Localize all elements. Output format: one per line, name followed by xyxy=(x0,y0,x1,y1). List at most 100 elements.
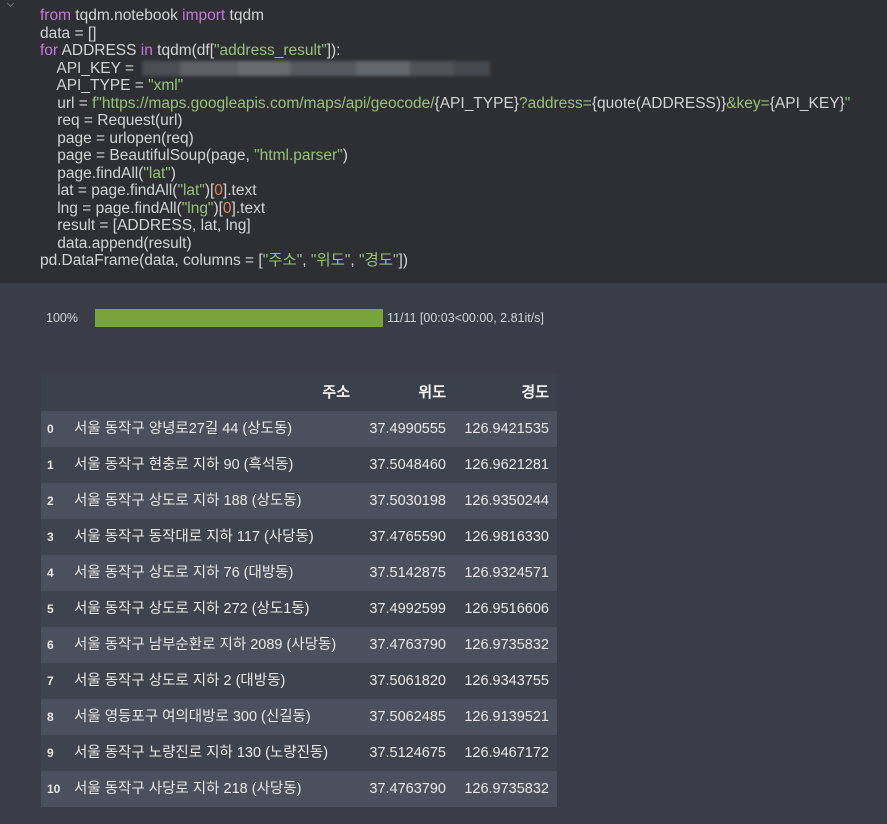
code-line[interactable]: for ADDRESS in tqdm(df["address_result"]… xyxy=(40,42,880,60)
longitude-cell: 126.9735832 xyxy=(464,781,549,797)
row-index: 1 xyxy=(47,458,54,472)
code-line[interactable]: lng = page.findAll("lng")[0].text xyxy=(40,200,880,218)
code-token: in xyxy=(140,42,153,59)
code-token: ) xyxy=(342,147,348,164)
address-cell: 서울 동작구 사당로 지하 218 (사당동) xyxy=(74,781,302,797)
latitude-cell: 37.4763790 xyxy=(369,637,446,653)
code-line[interactable]: API_TYPE = "xml" xyxy=(40,77,880,95)
code-line[interactable]: data = [] xyxy=(40,25,880,43)
code-token: ) xyxy=(170,164,176,182)
code-token: pd.DataFrame(data, columns = [ xyxy=(40,252,263,269)
code-line[interactable]: url = f"https://maps.googleapis.com/maps… xyxy=(40,95,880,113)
longitude-cell: 126.9516606 xyxy=(464,601,549,617)
table-row: 6 서울 동작구 남부순환로 지하 2089 (사당동) 37.4763790 126… xyxy=(41,627,557,663)
code-token: "html.parser" xyxy=(254,147,343,164)
table-row: 2 서울 동작구 상도로 지하 188 (상도동) 37.5030198 126.93… xyxy=(41,483,557,519)
address-cell: 서울 동작구 동작대로 지하 117 (사당동) xyxy=(74,529,314,545)
code-line[interactable]: data.append(result) xyxy=(40,235,880,253)
code-token: "주소" xyxy=(262,252,303,269)
longitude-cell: 126.9467172 xyxy=(464,745,549,761)
code-token: "address_result" xyxy=(214,42,327,59)
column-header-longitude: 경도 xyxy=(521,383,549,401)
longitude-cell: 126.9735832 xyxy=(464,637,549,653)
cell-collapse-icon[interactable] xyxy=(6,0,15,8)
redaction-block xyxy=(356,61,410,76)
table-row: 3 서울 동작구 동작대로 지하 117 (사당동) 37.4765590 126.9… xyxy=(41,519,557,555)
latitude-cell: 37.5062485 xyxy=(369,709,446,725)
longitude-cell: 126.9350244 xyxy=(464,493,549,509)
address-cell: 서울 영등포구 여의대방로 300 (신길동) xyxy=(74,709,311,725)
code-token: "lat" xyxy=(177,182,205,199)
code-token: ].text xyxy=(222,182,257,199)
dataframe-table: 주소 위도 경도 0 서울 동작구 양녕로27길 44 (상도동) 37.49905… xyxy=(41,374,557,807)
address-cell: 서울 동작구 상도로 지하 272 (상도1동) xyxy=(74,601,310,617)
code-token: result = [ADDRESS, lat, lng] xyxy=(40,217,251,234)
code-token: from xyxy=(40,7,71,24)
table-header-row: 주소 위도 경도 xyxy=(41,374,557,411)
code-line[interactable]: page = urlopen(req) xyxy=(40,130,880,148)
code-token: tqdm xyxy=(225,7,265,24)
code-token: "lng" xyxy=(181,199,214,217)
progress-stats: 11/11 [00:03<00:00, 2.81it/s] xyxy=(387,311,544,325)
column-header-address: 주소 xyxy=(322,383,350,401)
code-token: ]) xyxy=(398,252,409,269)
code-token: import xyxy=(182,7,226,24)
code-token: tqdm(df[ xyxy=(152,42,215,59)
row-index: 3 xyxy=(47,530,54,544)
code-token: lng = page.findAll( xyxy=(40,199,182,217)
notebook-page: { "colors": { "code_bg": "#2d2f33", "out… xyxy=(0,0,887,824)
code-token: API_TYPE = xyxy=(40,77,149,94)
code-line[interactable]: pd.DataFrame(data, columns = ["주소", "위도"… xyxy=(40,252,880,270)
code-line[interactable]: req = Request(url) xyxy=(40,112,880,130)
code-token: data = [] xyxy=(40,24,97,42)
longitude-cell: 126.9816330 xyxy=(464,529,549,545)
code-token: ].text xyxy=(231,199,266,217)
row-index: 2 xyxy=(47,494,54,508)
code-token: 0 xyxy=(214,182,223,199)
longitude-cell: 126.9324571 xyxy=(464,565,549,581)
progress-percent: 100% xyxy=(46,311,78,325)
code-token: )[ xyxy=(204,182,215,199)
code-token: page.findAll( xyxy=(40,164,144,182)
address-cell: 서울 동작구 상도로 지하 2 (대방동) xyxy=(74,673,286,689)
code-token: &key= xyxy=(726,94,770,112)
latitude-cell: 37.5061820 xyxy=(369,673,446,689)
redaction-block xyxy=(410,61,454,76)
address-cell: 서울 동작구 노량진로 지하 130 (노량진동) xyxy=(74,745,329,761)
redaction-block xyxy=(454,61,490,76)
code-token: tqdm.notebook xyxy=(71,7,183,24)
code-token: "경도" xyxy=(359,252,399,269)
latitude-cell: 37.5124675 xyxy=(369,745,446,761)
code-line[interactable]: page.findAll("lat") xyxy=(40,165,880,183)
code-token: {quote(ADDRESS)} xyxy=(591,94,727,112)
row-index: 5 xyxy=(47,602,54,616)
code-line[interactable]: result = [ADDRESS, lat, lng] xyxy=(40,217,880,235)
longitude-cell: 126.9421535 xyxy=(464,421,549,437)
code-line[interactable]: from tqdm.notebook import tqdm xyxy=(40,7,880,25)
table-row: 7 서울 동작구 상도로 지하 2 (대방동) 37.5061820 126.9343… xyxy=(41,663,557,699)
latitude-cell: 37.5142875 xyxy=(369,565,446,581)
code-token: "위도" xyxy=(310,252,351,269)
code-token: req = Request(url) xyxy=(40,112,183,129)
row-index: 9 xyxy=(47,746,54,760)
code-token: " xyxy=(844,94,851,112)
code-line[interactable]: lat = page.findAll("lat")[0].text xyxy=(40,182,880,200)
code-cell[interactable]: from tqdm.notebook import tqdm data = [] f… xyxy=(0,0,887,283)
address-cell: 서울 동작구 상도로 지하 188 (상도동) xyxy=(74,493,302,509)
code-editor[interactable]: from tqdm.notebook import tqdm data = [] f… xyxy=(40,7,880,270)
output-area: 100% 11/11 [00:03<00:00, 2.81it/s] 주소 위도… xyxy=(0,283,887,824)
column-header-latitude: 위도 xyxy=(418,383,446,401)
row-index: 6 xyxy=(47,638,54,652)
latitude-cell: 37.4763790 xyxy=(369,781,446,797)
longitude-cell: 126.9621281 xyxy=(464,457,549,473)
api-key-redacted xyxy=(142,61,490,76)
code-token: page = urlopen(req) xyxy=(40,129,194,147)
progress-bar-fill xyxy=(95,309,383,327)
code-line[interactable]: page = BeautifulSoup(page, "html.parser"… xyxy=(40,147,880,165)
code-token: url = xyxy=(40,94,93,112)
latitude-cell: 37.4765590 xyxy=(369,529,446,545)
code-token: {API_KEY} xyxy=(769,94,845,112)
table-row: 1 서울 동작구 현충로 지하 90 (흑석동) 37.5048460 126.962… xyxy=(41,447,557,483)
table-row: 9 서울 동작구 노량진로 지하 130 (노량진동) 37.5124675 126.… xyxy=(41,735,557,771)
code-token: f"https://maps.googleapis.com/maps/api/g… xyxy=(92,94,435,112)
